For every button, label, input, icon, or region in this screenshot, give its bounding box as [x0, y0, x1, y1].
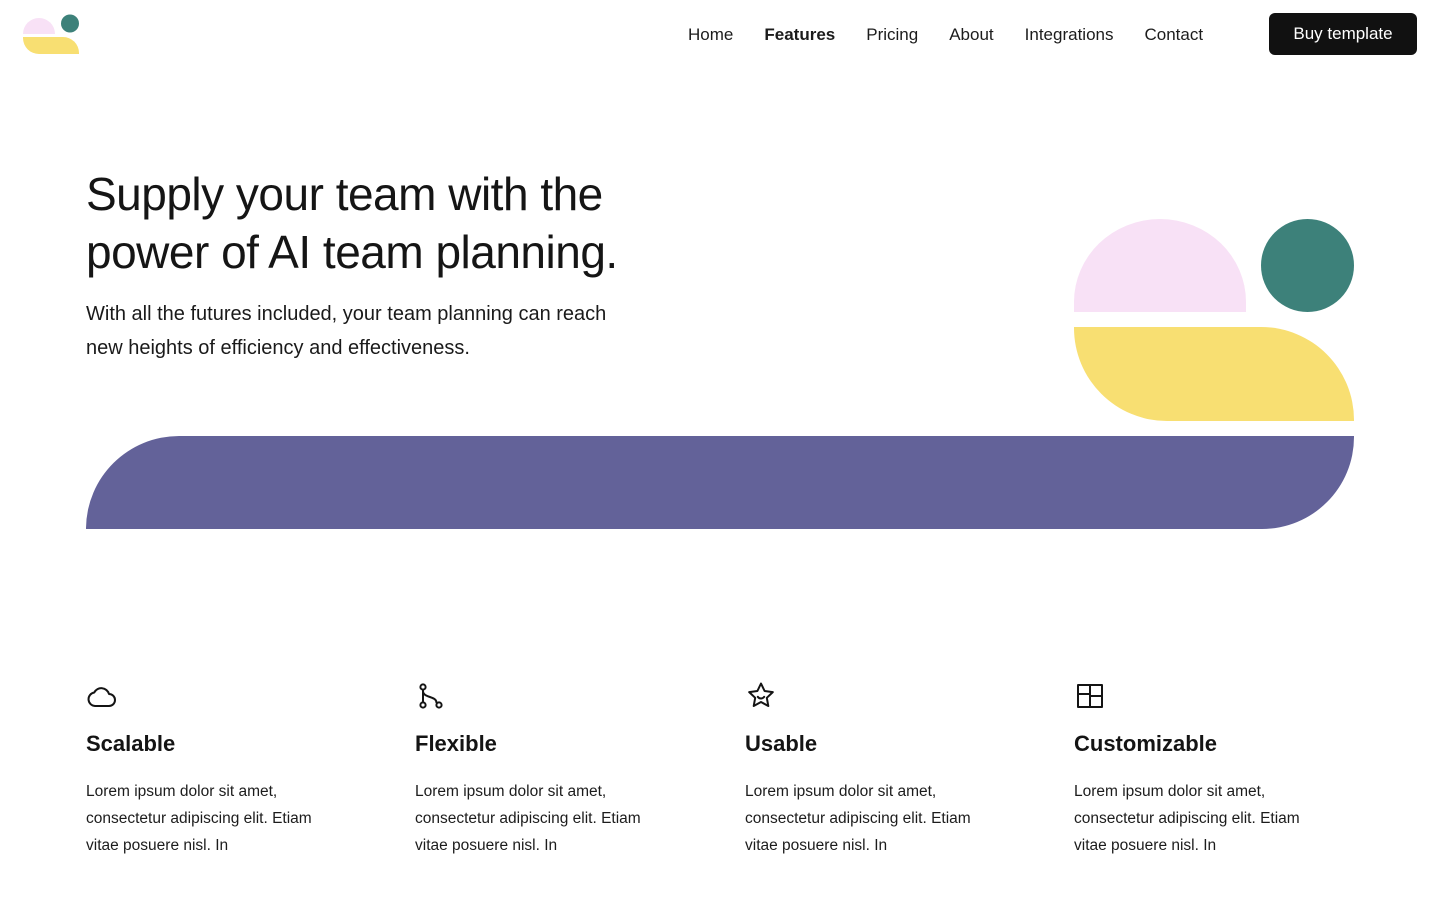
teal-circle-shape — [1261, 219, 1354, 312]
yellow-pill-shape — [1074, 327, 1354, 421]
feature-desc-line-1: Lorem ipsum dolor sit amet, — [415, 783, 607, 800]
layout-grid-icon — [1077, 684, 1103, 708]
hero-shapes-illustration — [1074, 219, 1354, 421]
hero-subtitle-line-2: new heights of efficiency and effectiven… — [86, 337, 470, 359]
features-section: Scalable Lorem ipsum dolor sit amet, con… — [86, 680, 1354, 860]
buy-template-button[interactable]: Buy template — [1269, 13, 1417, 55]
feature-description: Lorem ipsum dolor sit amet, consectetur … — [1074, 778, 1344, 859]
feature-desc-line-3: vitae posuere nisl. In — [86, 837, 229, 854]
pink-half-circle-shape — [1074, 219, 1246, 312]
feature-card-usable: Usable Lorem ipsum dolor sit amet, conse… — [745, 680, 1015, 859]
feature-description: Lorem ipsum dolor sit amet, consectetur … — [415, 778, 685, 859]
nav-about-link[interactable]: About — [949, 23, 993, 47]
main-nav: Home Features Pricing About Integrations… — [688, 22, 1203, 48]
feature-desc-line-2: consectetur adipiscing elit. Etiam — [745, 810, 971, 827]
nav-features-link[interactable]: Features — [764, 23, 835, 47]
cloud-icon — [87, 687, 116, 707]
feature-description: Lorem ipsum dolor sit amet, consectetur … — [86, 778, 356, 859]
feature-desc-line-3: vitae posuere nisl. In — [415, 837, 558, 854]
feature-desc-line-3: vitae posuere nisl. In — [745, 837, 888, 854]
brand-logo-icon[interactable] — [22, 14, 80, 56]
nav-pricing-link[interactable]: Pricing — [866, 23, 918, 47]
feature-desc-line-1: Lorem ipsum dolor sit amet, — [745, 783, 937, 800]
feature-desc-line-2: consectetur adipiscing elit. Etiam — [86, 810, 312, 827]
feature-desc-line-2: consectetur adipiscing elit. Etiam — [415, 810, 641, 827]
nav-integrations-link[interactable]: Integrations — [1025, 23, 1114, 47]
hero-subtitle-line-1: With all the futures included, your team… — [86, 303, 607, 325]
feature-desc-line-3: vitae posuere nisl. In — [1074, 837, 1217, 854]
nav-contact-link[interactable]: Contact — [1144, 23, 1203, 47]
star-smile-icon — [748, 682, 774, 707]
hero-subtitle: With all the futures included, your team… — [86, 297, 726, 365]
feature-description: Lorem ipsum dolor sit amet, consectetur … — [745, 778, 1015, 859]
feature-title: Scalable — [86, 731, 176, 756]
feature-card-customizable: Customizable Lorem ipsum dolor sit amet,… — [1074, 680, 1344, 859]
site-header: Home Features Pricing About Integrations… — [0, 0, 1440, 70]
purple-banner-shape — [86, 436, 1354, 529]
hero-title-line-2: power of AI team planning. — [86, 226, 618, 278]
hero-title: Supply your team with the power of AI te… — [86, 165, 726, 281]
feature-title: Customizable — [1074, 731, 1218, 756]
nav-home-link[interactable]: Home — [688, 23, 733, 47]
feature-title: Usable — [745, 731, 818, 756]
landing-page: Home Features Pricing About Integrations… — [0, 0, 1440, 900]
feature-desc-line-1: Lorem ipsum dolor sit amet, — [86, 783, 278, 800]
feature-desc-line-2: consectetur adipiscing elit. Etiam — [1074, 810, 1300, 827]
feature-desc-line-1: Lorem ipsum dolor sit amet, — [1074, 783, 1266, 800]
feature-card-scalable: Scalable Lorem ipsum dolor sit amet, con… — [86, 680, 356, 859]
hero-title-line-1: Supply your team with the — [86, 168, 603, 220]
feature-card-flexible: Flexible Lorem ipsum dolor sit amet, con… — [415, 680, 685, 859]
feature-title: Flexible — [415, 731, 497, 756]
git-branch-icon — [419, 683, 443, 709]
